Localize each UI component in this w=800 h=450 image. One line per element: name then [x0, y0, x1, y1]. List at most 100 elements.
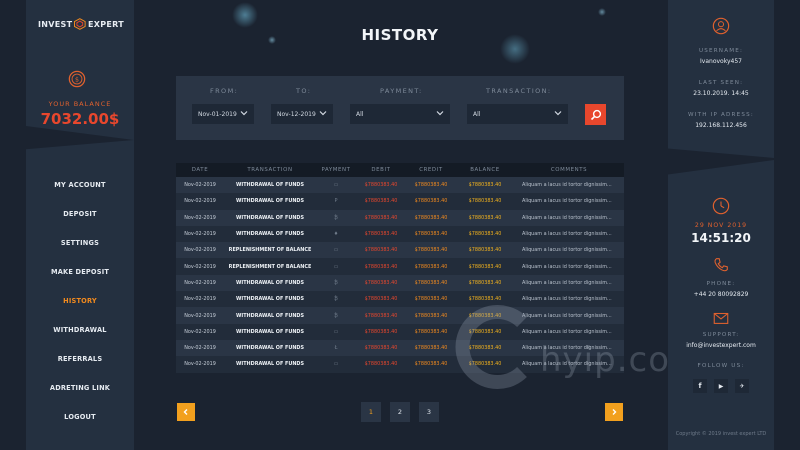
- table-row: Nov-02-2019 REPLENISHMENT OF BALANCE ▭ $…: [176, 258, 624, 275]
- cell-comments: Aliquam a lacus id tortor dignissim...: [514, 225, 624, 243]
- cell-transaction: WITHDRAWAL OF FUNDS: [224, 307, 316, 324]
- cell-credit: $7880383.40: [406, 177, 456, 194]
- sidebar-item-adreting-link[interactable]: ADRETING LINK: [26, 374, 134, 403]
- coin-icon: $: [68, 70, 86, 88]
- cell-credit: $7880383.40: [406, 339, 456, 357]
- cell-debit: $7880383.40: [356, 242, 406, 259]
- sidebar-item-my-account[interactable]: MY ACCOUNT: [26, 170, 134, 199]
- brand-name-right: EXPERT: [87, 19, 124, 29]
- mail-icon: [713, 312, 729, 324]
- filter-from-select[interactable]: Nov-01-2019: [192, 104, 254, 124]
- telegram-button[interactable]: ✈: [735, 379, 749, 393]
- table-row: Nov-02-2019 WITHDRAWAL OF FUNDS P $78803…: [176, 193, 624, 210]
- filter-payment-label: PAYMENT:: [380, 87, 423, 95]
- cell-balance: $7880383.40: [456, 193, 514, 210]
- cell-transaction: REPLENISHMENT OF BALANCE: [224, 242, 316, 259]
- payment-method-icon: ▭: [316, 356, 356, 373]
- cell-transaction: WITHDRAWAL OF FUNDS: [224, 193, 316, 210]
- filter-transaction-value: All: [473, 110, 481, 118]
- cell-transaction: REPLENISHMENT OF BALANCE: [224, 258, 316, 275]
- follow-us-label: FOLLOW US:: [697, 363, 745, 369]
- username-value: Ivanovoky457: [700, 58, 742, 65]
- clock-icon: [712, 197, 730, 215]
- column-header-comments: COMMENTS: [514, 163, 624, 177]
- copyright-text: Copyright © 2019 invest expert LTD: [675, 431, 767, 437]
- chevron-down-icon: [240, 111, 248, 116]
- cell-credit: $7880383.40: [406, 307, 456, 324]
- cell-debit: $7880383.40: [356, 291, 406, 308]
- sidebar-item-withdrawal[interactable]: WITHDRAWAL: [26, 315, 134, 344]
- cell-transaction: WITHDRAWAL OF FUNDS: [224, 177, 316, 194]
- sidebar-item-deposit[interactable]: DEPOSIT: [26, 199, 134, 228]
- payment-method-icon: ▭: [316, 323, 356, 340]
- username-label: USERNAME:: [698, 48, 744, 54]
- filter-transaction-select[interactable]: All: [467, 104, 568, 124]
- page-2-button[interactable]: 2: [390, 402, 410, 422]
- brand-logo[interactable]: INVEST EXPERT: [38, 11, 124, 37]
- cell-debit: $7880383.40: [356, 193, 406, 210]
- cell-date: Nov-02-2019: [176, 339, 224, 357]
- column-header-transaction: TRANSACTION: [224, 163, 316, 177]
- cell-date: Nov-02-2019: [176, 177, 224, 194]
- search-icon: [590, 109, 601, 120]
- svg-text:$: $: [75, 76, 79, 83]
- cell-debit: $7880383.40: [356, 307, 406, 324]
- cell-balance: $7880383.40: [456, 209, 514, 226]
- telegram-icon: ✈: [739, 382, 745, 390]
- cell-debit: $7880383.40: [356, 323, 406, 340]
- balance-value: 7032.00$: [40, 110, 120, 128]
- sidebar-item-make-deposit[interactable]: MAKE DEPOSIT: [26, 257, 134, 286]
- cell-debit: $7880383.40: [356, 274, 406, 292]
- cell-date: Nov-02-2019: [176, 209, 224, 226]
- table-row: Nov-02-2019 REPLENISHMENT OF BALANCE ▭ $…: [176, 242, 624, 259]
- cell-date: Nov-02-2019: [176, 193, 224, 210]
- phone-value: +44 20 80092829: [693, 291, 749, 298]
- cell-credit: $7880383.40: [406, 209, 456, 226]
- youtube-button[interactable]: ▶: [714, 379, 728, 393]
- youtube-icon: ▶: [718, 382, 724, 390]
- next-page-button[interactable]: [605, 403, 623, 421]
- search-button[interactable]: [585, 104, 606, 125]
- payment-method-icon: ▭: [316, 177, 356, 194]
- column-header-balance: BALANCE: [456, 163, 514, 177]
- background-glow: [232, 2, 258, 28]
- cell-date: Nov-02-2019: [176, 307, 224, 324]
- cell-transaction: WITHDRAWAL OF FUNDS: [224, 225, 316, 243]
- cell-comments: Aliquam a lacus id tortor dignissim...: [514, 242, 624, 259]
- cell-transaction: WITHDRAWAL OF FUNDS: [224, 274, 316, 292]
- cell-comments: Aliquam a lacus id tortor dignissim...: [514, 258, 624, 275]
- payment-method-icon: ▭: [316, 258, 356, 275]
- table-row: Nov-02-2019 WITHDRAWAL OF FUNDS ♦ $78803…: [176, 225, 624, 243]
- cell-credit: $7880383.40: [406, 291, 456, 308]
- cell-debit: $7880383.40: [356, 209, 406, 226]
- page-3-button[interactable]: 3: [419, 402, 439, 422]
- table-row: Nov-02-2019 WITHDRAWAL OF FUNDS ▭ $78803…: [176, 177, 624, 194]
- cell-transaction: WITHDRAWAL OF FUNDS: [224, 339, 316, 357]
- cell-credit: $7880383.40: [406, 242, 456, 259]
- cell-debit: $7880383.40: [356, 225, 406, 243]
- filter-to-select[interactable]: Nov-12-2019: [271, 104, 333, 124]
- cell-transaction: WITHDRAWAL OF FUNDS: [224, 291, 316, 308]
- sidebar-item-logout[interactable]: LOGOUT: [26, 403, 134, 432]
- column-header-debit: DEBIT: [356, 163, 406, 177]
- sidebar-item-history[interactable]: HISTORY: [26, 286, 134, 315]
- page-1-button[interactable]: 1: [361, 402, 381, 422]
- payment-method-icon: ₿: [316, 307, 356, 324]
- support-email-link[interactable]: info@investexpert.com: [668, 342, 774, 349]
- arrow-right-icon: [612, 409, 617, 415]
- facebook-button[interactable]: f: [693, 379, 707, 393]
- filter-payment-select[interactable]: All: [350, 104, 450, 124]
- cell-date: Nov-02-2019: [176, 242, 224, 259]
- sidebar-item-referrals[interactable]: REFERRALS: [26, 345, 134, 374]
- last-seen-value: 23.10.2019. 14:45: [693, 90, 749, 97]
- filter-from-value: Nov-01-2019: [198, 110, 237, 118]
- sidebar-item-settings[interactable]: SETTINGS: [26, 228, 134, 257]
- cell-debit: $7880383.40: [356, 356, 406, 373]
- payment-method-icon: Ł: [316, 339, 356, 357]
- filter-to-label: TO:: [296, 87, 312, 95]
- cell-date: Nov-02-2019: [176, 291, 224, 308]
- payment-method-icon: ₿: [316, 274, 356, 292]
- cell-credit: $7880383.40: [406, 323, 456, 340]
- previous-page-button[interactable]: [177, 403, 195, 421]
- chevron-down-icon: [319, 111, 327, 116]
